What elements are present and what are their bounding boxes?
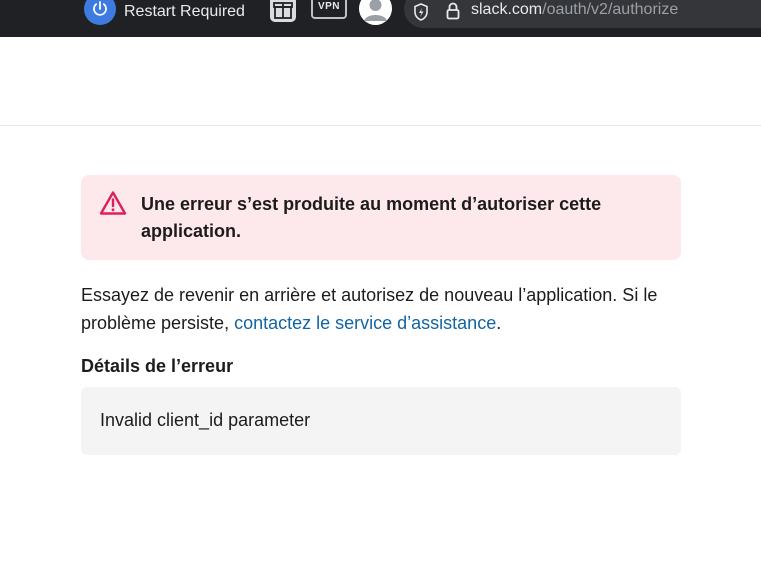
power-icon xyxy=(84,0,116,25)
url-path: /oauth/v2/authorize xyxy=(542,1,679,18)
restart-required-label: Restart Required xyxy=(124,2,245,20)
contact-support-link[interactable]: contactez le service d’assistance xyxy=(234,313,496,333)
warning-triangle-icon xyxy=(99,190,127,216)
error-banner: Une erreur s’est produite au moment d’au… xyxy=(81,175,681,260)
error-details-text: Invalid client_id parameter xyxy=(100,410,311,430)
shield-icon[interactable] xyxy=(413,3,429,21)
error-details-heading: Détails de l’erreur xyxy=(81,356,234,376)
error-message-suffix: . xyxy=(496,313,502,333)
url-host: slack.com xyxy=(471,1,543,18)
profile-avatar[interactable] xyxy=(359,0,392,25)
vpn-label: VPN xyxy=(317,1,341,12)
vpn-icon[interactable]: VPN xyxy=(311,0,347,19)
url-text[interactable]: slack.com/oauth/v2/authorize xyxy=(471,1,678,19)
page-header xyxy=(0,37,761,126)
browser-toolbar: Restart Required VPN slack.com/oauth/v2/… xyxy=(0,0,761,37)
restart-required-button[interactable]: Restart Required xyxy=(84,0,245,25)
gift-icon[interactable] xyxy=(268,0,298,24)
lock-icon[interactable] xyxy=(446,2,460,20)
error-title: Une erreur s’est produite au moment d’au… xyxy=(141,194,602,241)
error-details-box: Invalid client_id parameter xyxy=(81,387,681,455)
error-message: Essayez de revenir en arrière et autoris… xyxy=(81,281,701,337)
